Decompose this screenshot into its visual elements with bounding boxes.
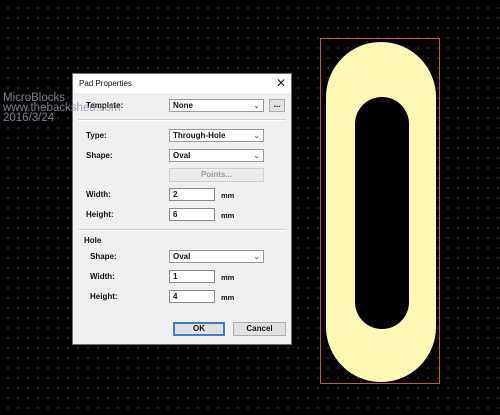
dialog-titlebar: Pad Properties ✕ [73, 74, 291, 93]
template-select[interactable]: None ⌄ [169, 99, 264, 112]
divider [78, 119, 286, 121]
hole-height-input[interactable]: 4 [169, 290, 215, 303]
hole-width-input[interactable]: 1 [169, 270, 215, 283]
chevron-down-icon: ⌄ [253, 101, 260, 110]
hole-height-label: Height: [90, 292, 118, 301]
width-unit: mm [221, 191, 235, 200]
pad-properties-dialog: Pad Properties ✕ Template: None ⌄ ... Ty… [72, 73, 292, 345]
shape-label: Shape: [86, 151, 113, 160]
hole-shape-label: Shape: [90, 252, 117, 261]
shape-select[interactable]: Oval ⌄ [169, 149, 264, 162]
type-select[interactable]: Through-Hole ⌄ [169, 129, 264, 142]
width-input[interactable]: 2 [169, 188, 215, 201]
dialog-title: Pad Properties [79, 79, 132, 88]
points-button[interactable]: Points... [169, 168, 264, 182]
template-browse-button[interactable]: ... [269, 99, 285, 112]
type-value: Through-Hole [173, 131, 226, 140]
hole-width-label: Width: [90, 272, 115, 281]
cancel-button[interactable]: Cancel [233, 322, 286, 336]
ok-button[interactable]: OK [173, 322, 225, 336]
chevron-down-icon: ⌄ [253, 252, 260, 261]
chevron-down-icon: ⌄ [253, 151, 260, 160]
hole-shape-value: Oval [173, 252, 191, 261]
template-label: Template: [86, 101, 124, 110]
height-input[interactable]: 6 [169, 208, 215, 221]
shape-value: Oval [173, 151, 191, 160]
hole-shape-select[interactable]: Oval ⌄ [169, 250, 264, 263]
template-value: None [173, 101, 193, 110]
hole-width-unit: mm [221, 273, 235, 282]
type-label: Type: [86, 131, 107, 140]
close-icon[interactable]: ✕ [276, 76, 286, 90]
height-label: Height: [86, 210, 114, 219]
pad-drill-hole [355, 97, 409, 329]
chevron-down-icon: ⌄ [253, 131, 260, 140]
height-unit: mm [221, 211, 235, 220]
hole-height-unit: mm [221, 293, 235, 302]
divider [78, 229, 286, 231]
width-label: Width: [86, 190, 111, 199]
hole-section-title: Hole [84, 236, 102, 245]
